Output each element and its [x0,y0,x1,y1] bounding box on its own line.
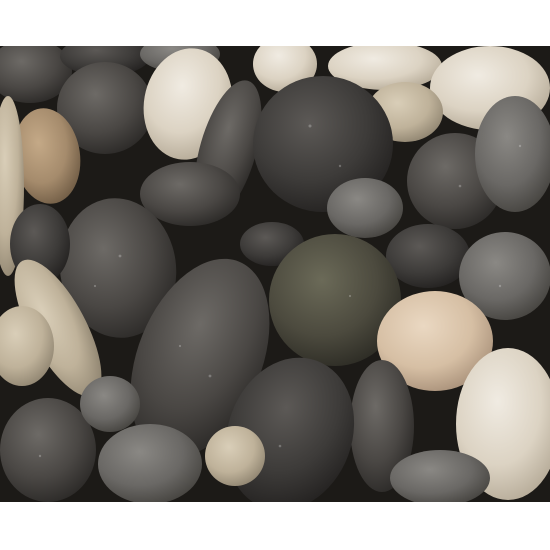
pebble [0,398,96,502]
pebble [98,424,202,502]
pebble [386,224,470,288]
page [0,0,550,550]
pebble [80,376,140,432]
pebbles-photo [0,46,550,502]
pebble [140,162,240,226]
pebble [327,178,403,238]
pebble [205,426,265,486]
pebbles-image [0,46,550,502]
